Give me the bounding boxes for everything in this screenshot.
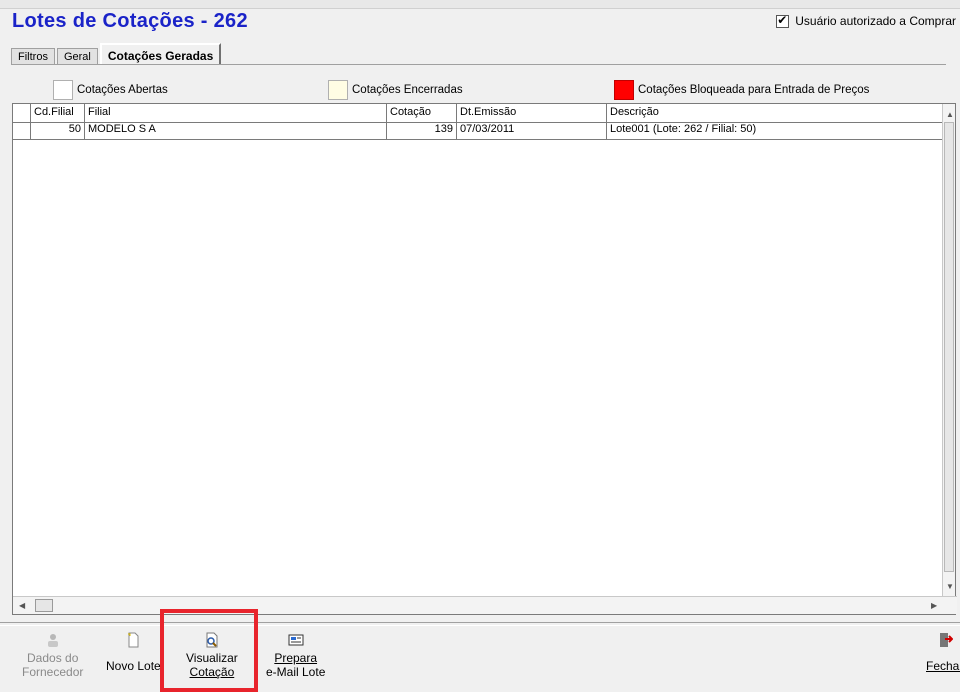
horizontal-scrollbar[interactable]: ◀ ▶: [13, 596, 957, 614]
window-top-strip: [0, 0, 960, 9]
tab-geral[interactable]: Geral: [56, 48, 98, 65]
swatch-red: [614, 80, 634, 100]
supplier-icon: [47, 634, 58, 647]
header-cotacao[interactable]: Cotação: [387, 104, 457, 122]
legend-abertas-label: Cotações Abertas: [77, 84, 168, 96]
authorized-checkbox-row[interactable]: ✔ Usuário autorizado a Comprar: [776, 12, 956, 28]
cell-descricao[interactable]: Lote001 (Lote: 262 / Filial: 50): [607, 122, 945, 139]
prepara-email-button[interactable]: Prepara e-Mail Lote: [266, 632, 325, 679]
email-icon: [288, 634, 304, 646]
authorized-label: Usuário autorizado a Comprar: [795, 14, 956, 28]
swatch-white: [53, 80, 73, 100]
tab-cotacoes-geradas[interactable]: Cotações Geradas: [99, 43, 222, 65]
cell-dt-emissao[interactable]: 07/03/2011: [457, 122, 607, 139]
prepara-label-1-text: Prepara: [274, 651, 318, 665]
cotacoes-grid[interactable]: Cd.Filial Filial Cotação Dt.Emissão Desc…: [12, 103, 957, 615]
vertical-scrollbar[interactable]: ▲ ▼: [942, 104, 955, 598]
header-dt-emissao[interactable]: Dt.Emissão: [457, 104, 607, 122]
page-title: Lotes de Cotações - 262: [12, 10, 248, 32]
legend-bloqueada: Cotações Bloqueada para Entrada de Preço…: [614, 80, 869, 100]
grid-header: Cd.Filial Filial Cotação Dt.Emissão Desc…: [13, 104, 945, 123]
legend-bloqueada-label: Cotações Bloqueada para Entrada de Preço…: [638, 84, 870, 96]
legend-encerradas: Cotações Encerradas: [328, 80, 463, 100]
header-cd-filial[interactable]: Cd.Filial: [31, 104, 85, 122]
dados-fornecedor-label-1: Dados do: [27, 651, 79, 665]
cell-cd-filial[interactable]: 50: [31, 122, 85, 139]
header-filial[interactable]: Filial: [85, 104, 387, 122]
fechar-label: Fechar: [926, 659, 960, 673]
fechar-button[interactable]: Fechar: [926, 632, 960, 673]
authorized-checkbox[interactable]: ✔: [776, 12, 790, 28]
row-indicator[interactable]: [13, 122, 31, 139]
prepara-label-2: e-Mail Lote: [266, 665, 326, 679]
table-row[interactable]: 50 MODELO S A 139 07/03/2011 Lote001 (Lo…: [13, 122, 945, 140]
header-indicator: [13, 104, 31, 122]
toolbar-separator: [0, 622, 960, 626]
prepara-label-1: Prepara: [274, 651, 317, 665]
new-document-icon: [128, 632, 139, 648]
dados-fornecedor-button[interactable]: Dados do Fornecedor: [22, 632, 83, 679]
cell-cotacao[interactable]: 139: [387, 122, 457, 139]
scroll-up-icon[interactable]: ▲: [946, 110, 954, 119]
tab-filtros[interactable]: Filtros: [11, 48, 55, 65]
fechar-label-text: Fechar: [926, 659, 960, 673]
scroll-right-icon[interactable]: ▶: [931, 601, 937, 610]
novo-lote-button[interactable]: Novo Lote: [106, 632, 161, 673]
horizontal-scroll-thumb[interactable]: [35, 599, 53, 612]
dados-fornecedor-label-2: Fornecedor: [22, 665, 84, 679]
header-descricao[interactable]: Descrição: [607, 104, 945, 122]
exit-door-icon: [939, 633, 953, 647]
highlight-box: [160, 609, 258, 692]
vertical-scroll-thumb[interactable]: [944, 122, 954, 572]
swatch-cream: [328, 80, 348, 100]
scroll-down-icon[interactable]: ▼: [946, 582, 954, 591]
legend-encerradas-label: Cotações Encerradas: [352, 84, 463, 96]
tab-divider: [11, 64, 946, 65]
tab-bar: Filtros Geral Cotações Geradas: [11, 41, 223, 65]
scroll-left-icon[interactable]: ◀: [19, 601, 25, 610]
cell-filial[interactable]: MODELO S A: [85, 122, 387, 139]
legend-abertas: Cotações Abertas: [53, 80, 168, 100]
check-icon: ✔: [777, 12, 788, 27]
novo-lote-label: Novo Lote: [106, 659, 161, 673]
